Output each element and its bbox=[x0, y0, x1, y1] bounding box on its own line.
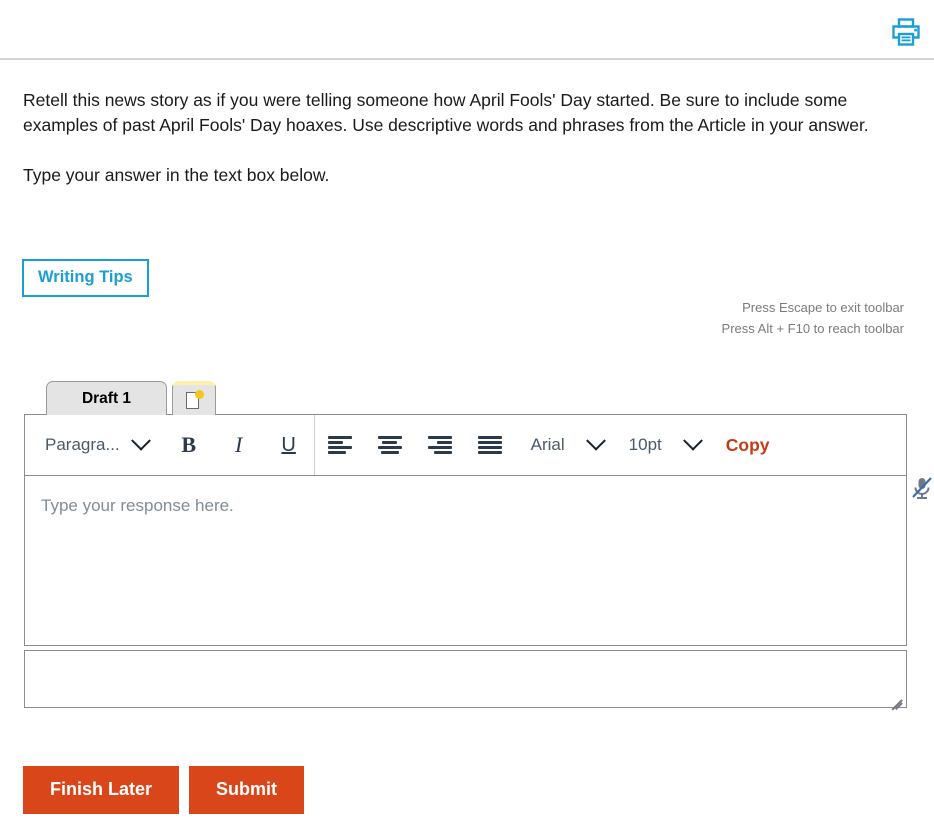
finish-later-button[interactable]: Finish Later bbox=[23, 766, 180, 814]
bold-button[interactable]: B bbox=[164, 415, 214, 475]
top-bar bbox=[0, 0, 934, 60]
toolbar-keyboard-hints: Press Escape to exit toolbar Press Alt +… bbox=[722, 297, 904, 339]
font-size-label: 10pt bbox=[628, 435, 662, 454]
hint-alt-f10: Press Alt + F10 to reach toolbar bbox=[721, 321, 904, 336]
chevron-down-icon bbox=[585, 430, 606, 451]
editor-status-panel bbox=[24, 650, 907, 711]
italic-button[interactable]: I bbox=[214, 415, 264, 475]
rich-text-editor: Paragra... B I U Arial 10pt Copy Type yo… bbox=[24, 414, 907, 711]
align-center-icon bbox=[377, 436, 402, 454]
draft-tabs: Draft 1 bbox=[46, 377, 216, 415]
format-block-label: Paragra... bbox=[45, 435, 120, 454]
font-family-label: Arial bbox=[530, 435, 565, 454]
editor-toolbar: Paragra... B I U Arial 10pt Copy bbox=[24, 414, 907, 476]
align-justify-button[interactable] bbox=[465, 415, 515, 475]
chevron-down-icon bbox=[682, 430, 703, 451]
microphone-muted-icon[interactable] bbox=[911, 476, 933, 500]
form-actions: Finish Later Submit bbox=[23, 766, 305, 814]
new-page-icon bbox=[185, 390, 204, 410]
font-family-select[interactable]: Arial bbox=[515, 415, 613, 475]
hint-escape: Press Escape to exit toolbar bbox=[742, 300, 904, 315]
format-block-select[interactable]: Paragra... bbox=[25, 415, 164, 475]
align-right-button[interactable] bbox=[415, 415, 465, 475]
prompt-paragraph-1: Retell this news story as if you were te… bbox=[23, 90, 869, 135]
align-right-icon bbox=[427, 436, 452, 454]
tab-new-draft[interactable] bbox=[172, 381, 216, 415]
align-left-icon bbox=[327, 436, 352, 454]
resize-grip-icon[interactable] bbox=[888, 690, 903, 711]
underline-button[interactable]: U bbox=[264, 415, 314, 475]
tab-draft-1[interactable]: Draft 1 bbox=[46, 381, 167, 415]
copy-button[interactable]: Copy bbox=[710, 435, 786, 456]
response-textarea[interactable]: Type your response here. bbox=[24, 476, 907, 646]
mic-glyph bbox=[912, 477, 932, 499]
submit-button[interactable]: Submit bbox=[189, 766, 305, 814]
response-placeholder: Type your response here. bbox=[41, 496, 234, 515]
printer-icon bbox=[892, 18, 920, 46]
align-justify-icon bbox=[477, 436, 502, 454]
align-center-button[interactable] bbox=[365, 415, 415, 475]
align-left-button[interactable] bbox=[315, 415, 365, 475]
font-size-select[interactable]: 10pt bbox=[613, 415, 710, 475]
prompt-text: Retell this news story as if you were te… bbox=[23, 88, 923, 188]
print-icon[interactable] bbox=[891, 18, 921, 46]
writing-tips-button[interactable]: Writing Tips bbox=[22, 259, 149, 297]
prompt-paragraph-2: Type your answer in the text box below. bbox=[23, 165, 330, 185]
chevron-down-icon bbox=[130, 430, 151, 451]
